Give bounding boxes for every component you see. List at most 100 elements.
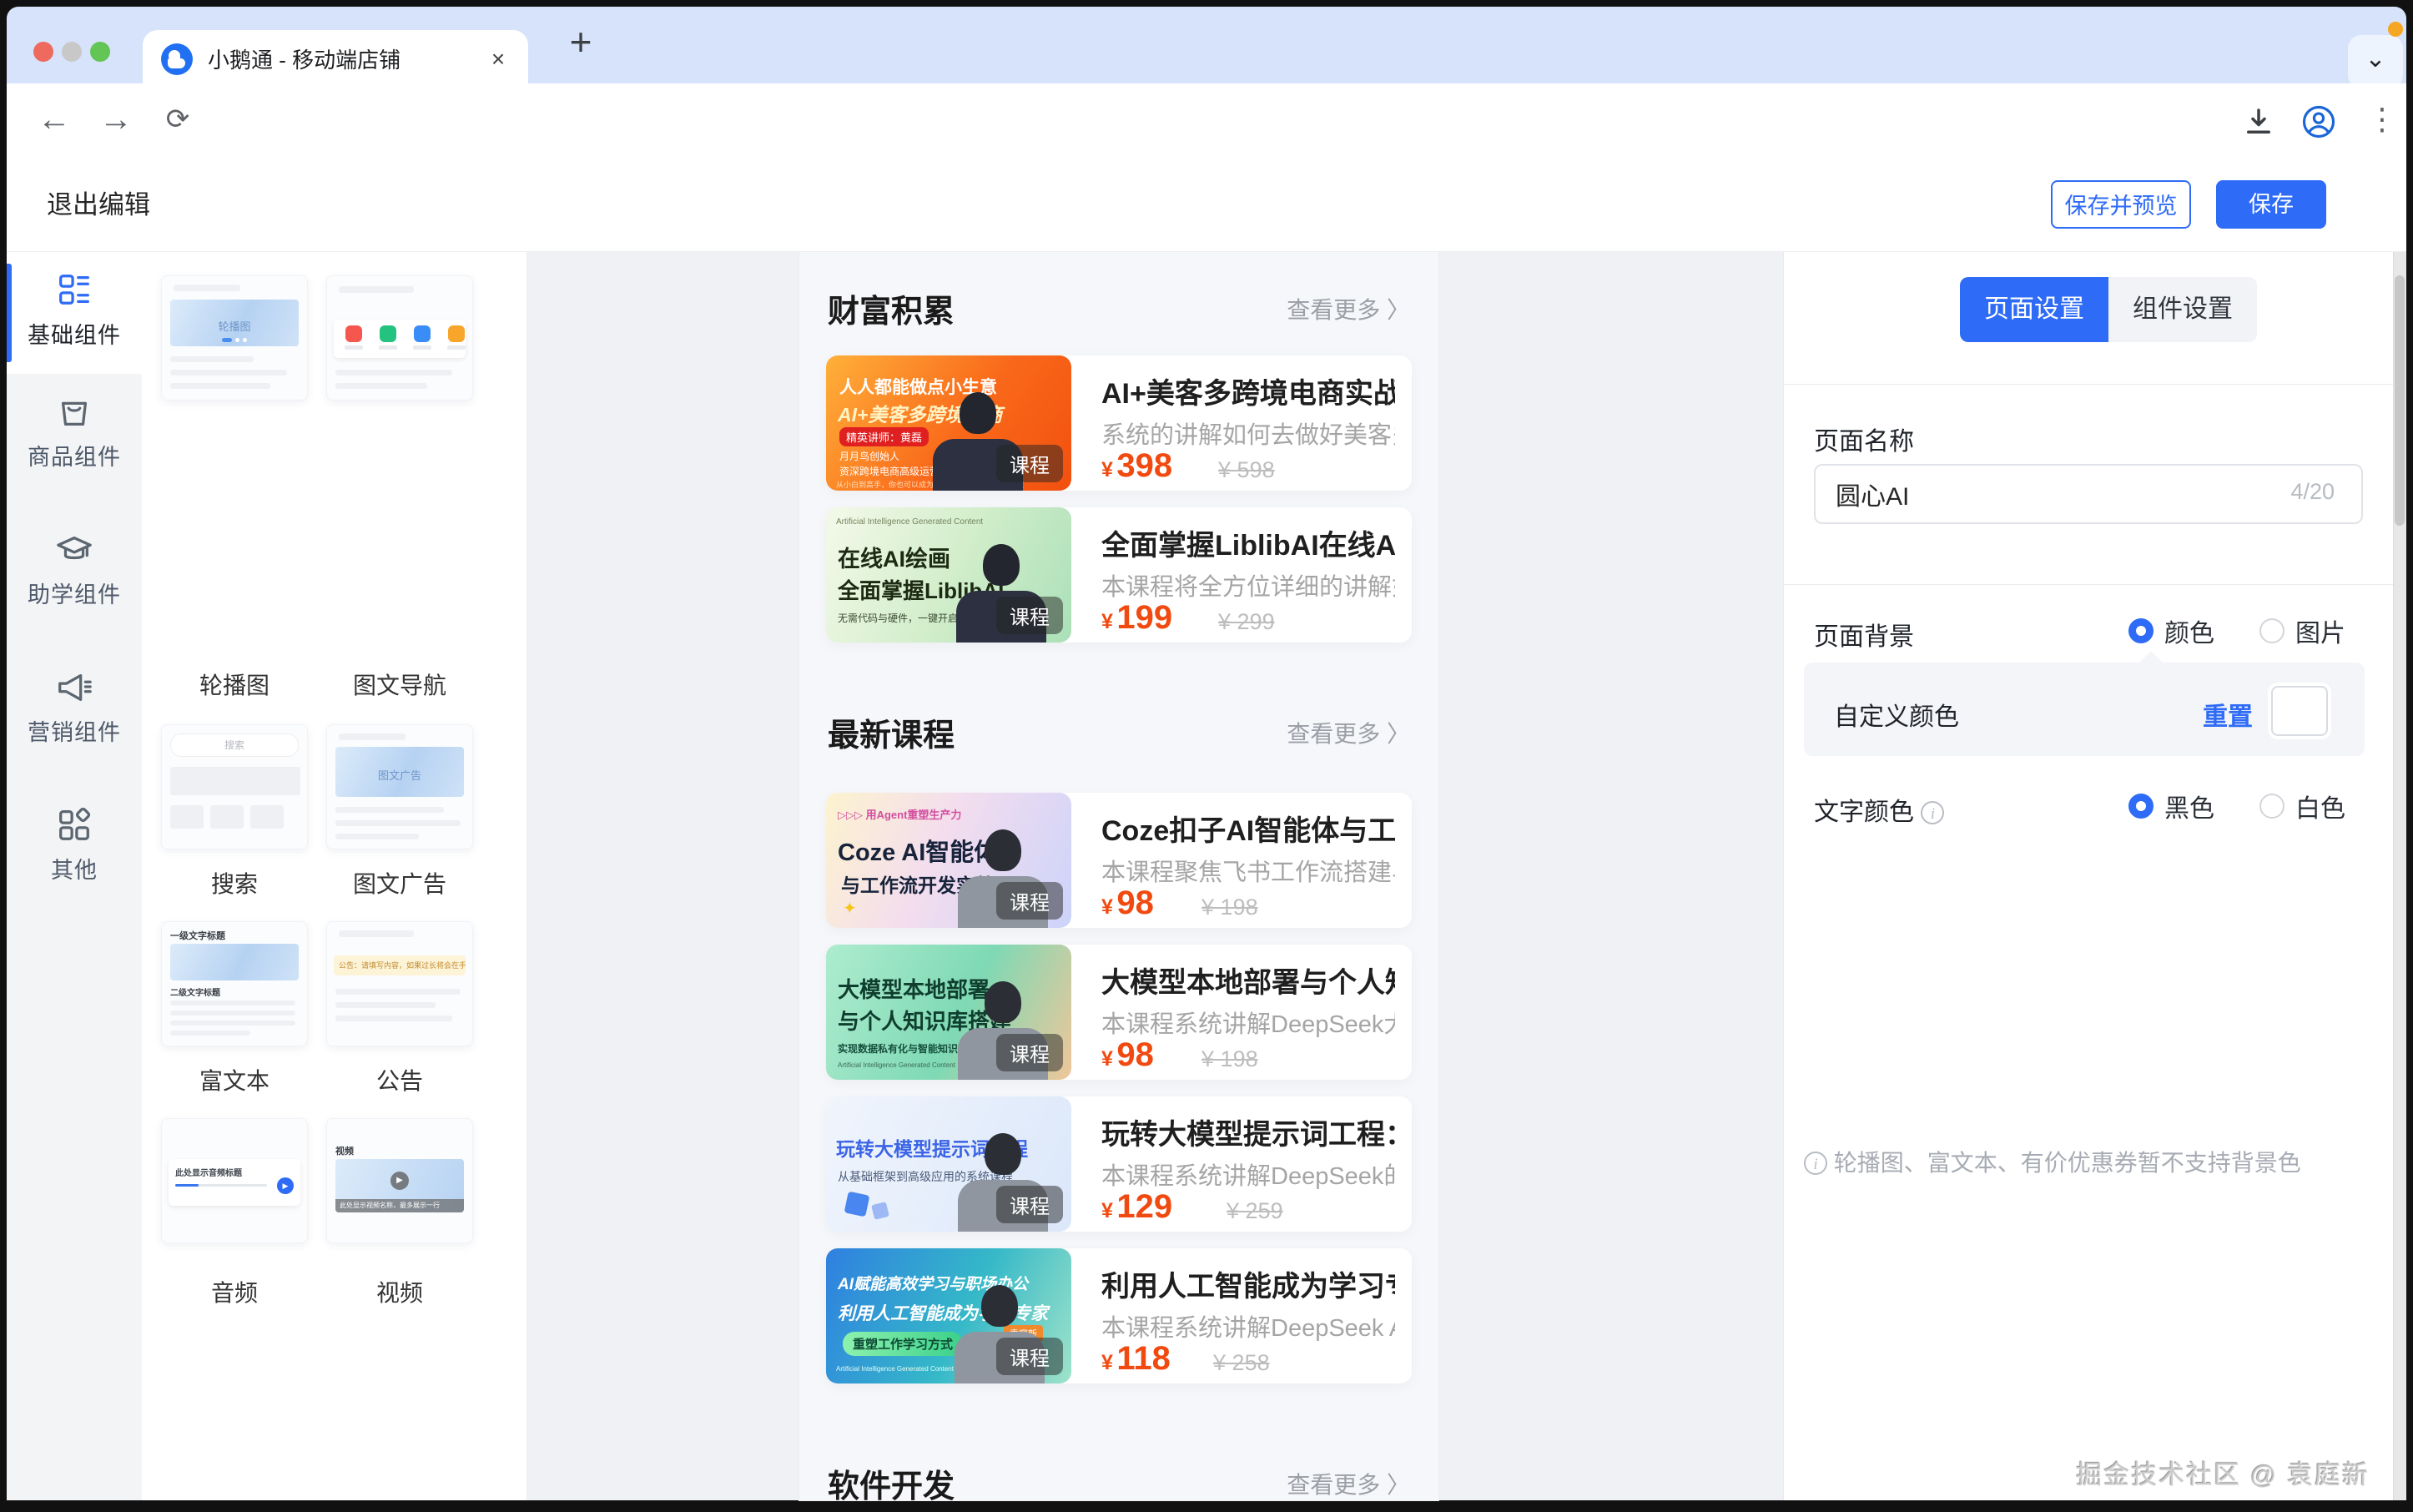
nav-icons	[334, 320, 466, 358]
char-counter: 4/20	[1784, 479, 2335, 505]
forward-icon[interactable]: →	[90, 83, 142, 159]
component-label: 公告	[326, 1063, 473, 1096]
profile-avatar[interactable]	[2301, 104, 2336, 144]
reset-link[interactable]: 重置	[2203, 696, 2253, 733]
download-icon[interactable]	[2241, 104, 2276, 144]
color-swatch[interactable]	[2271, 686, 2328, 736]
section-title: 财富积累	[828, 285, 955, 331]
sidebar-item-other[interactable]: 其他	[7, 805, 142, 885]
sidebar-item-marketing-components[interactable]: 营销组件	[7, 668, 142, 747]
course-card[interactable]: ▷▷▷ 用Agent重塑生产力 Coze AI智能体 与工作流开发实战 ✦ 课程…	[826, 793, 1412, 928]
component-image-text-ad[interactable]: 图文广告	[326, 724, 473, 849]
sidebar-item-product-components[interactable]: 商品组件	[7, 392, 142, 471]
radio-text-white[interactable]: 白色	[2259, 788, 2345, 824]
window-close-button[interactable]	[33, 42, 53, 62]
component-rich-text[interactable]: 一级文字标题 二级文字标题	[161, 921, 308, 1046]
back-icon[interactable]: ←	[28, 83, 80, 159]
component-video[interactable]: 视频 ▶ 此处显示视频名称，最多展示一行	[326, 1118, 473, 1243]
see-more-link[interactable]: 查看更多 〉	[1287, 716, 1410, 749]
course-original-price: ¥ 258	[1213, 1350, 1270, 1376]
save-button[interactable]: 保存	[2216, 180, 2326, 229]
tab-close-icon[interactable]: ×	[483, 45, 513, 75]
text-color-label: 文字颜色 i	[1814, 791, 1944, 828]
new-tab-button[interactable]: +	[557, 20, 604, 67]
page-name-label: 页面名称	[1814, 421, 1914, 457]
component-announcement[interactable]: 公告：请填写内容，如果过长将会在手机上滚动	[326, 921, 473, 1046]
custom-color-panel: 自定义颜色 重置	[1804, 663, 2365, 756]
component-category-sidebar: 基础组件 商品组件 助学组件 营销组件 其他	[7, 252, 142, 1500]
course-card[interactable]: 大模型本地部署 与个人知识库搭建 实现数据私有化与智能知识管理 Artifici…	[826, 945, 1412, 1080]
section-header: 最新课程 查看更多 〉	[828, 709, 1410, 756]
component-search[interactable]: 搜索	[161, 724, 308, 849]
course-title: 全面掌握LiblibAI在线AI绘画	[1101, 522, 1395, 563]
sidebar-item-label: 基础组件	[7, 317, 142, 350]
other-components-icon	[55, 805, 93, 844]
see-more-link[interactable]: 查看更多 〉	[1287, 292, 1410, 325]
play-icon: ▶	[390, 1172, 409, 1190]
component-label: 搜索	[161, 866, 308, 900]
reload-icon[interactable]: ⟳	[152, 83, 204, 159]
course-card[interactable]: AI赋能高效学习与职场办公 利用人工智能成为学习专家 重塑工作学习方式 Arti…	[826, 1248, 1412, 1383]
rich-text-h1: 一级文字标题	[170, 929, 225, 942]
radio-bg-image[interactable]: 图片	[2259, 612, 2345, 649]
window-minimize-button[interactable]	[62, 42, 82, 62]
radio-dot	[2128, 794, 2154, 819]
browser-menu-kebab-icon[interactable]: ⋮	[2356, 83, 2408, 159]
info-icon[interactable]: i	[1921, 801, 1944, 824]
course-card[interactable]: 玩转大模型提示词工程 从基础框架到高级应用的系统课程 课程 玩转大模型提示词工程…	[826, 1096, 1412, 1232]
component-image-text-nav[interactable]	[326, 275, 473, 401]
info-icon: i	[1804, 1152, 1827, 1175]
course-title: 大模型本地部署与个人知识...	[1101, 960, 1395, 1000]
sidebar-item-learning-components[interactable]: 助学组件	[7, 530, 142, 609]
tab-page-settings[interactable]: 页面设置	[1960, 277, 2108, 342]
window-zoom-button[interactable]	[90, 42, 110, 62]
site-favicon-icon	[161, 43, 193, 75]
tab-component-settings[interactable]: 组件设置	[2108, 277, 2257, 342]
radio-dot	[2259, 618, 2285, 643]
browser-tab[interactable]: 小鹅通 - 移动端店铺 ×	[143, 30, 528, 90]
course-original-price: ¥ 598	[1218, 457, 1275, 483]
component-carousel[interactable]: 轮播图	[161, 275, 308, 401]
course-price: ¥ 98	[1101, 1036, 1154, 1074]
course-thumbnail: Artificial Intelligence Generated Conten…	[826, 507, 1071, 643]
scrollbar-thumb[interactable]	[2395, 275, 2405, 526]
see-more-link[interactable]: 查看更多 〉	[1287, 1467, 1410, 1500]
course-thumbnail: 大模型本地部署 与个人知识库搭建 实现数据私有化与智能知识管理 Artifici…	[826, 945, 1071, 1080]
save-preview-button[interactable]: 保存并预览	[2051, 180, 2191, 229]
page-background-label: 页面背景	[1814, 616, 1914, 653]
basic-components-icon	[55, 270, 93, 309]
support-notice: i 轮播图、富文本、有价优惠券暂不支持背景色	[1804, 1145, 2301, 1178]
browser-toolbar: ← → ⟳ admin.xiaoe-tech.com/t/decoration/…	[7, 83, 2406, 159]
component-label: 视频	[326, 1275, 473, 1308]
course-card[interactable]: 人人都能做点小生意 AI+美客多跨境电商 精英讲师：黄磊 月月鸟创始人 资深跨境…	[826, 355, 1412, 491]
course-thumbnail: 玩转大模型提示词工程 从基础框架到高级应用的系统课程 课程	[826, 1096, 1071, 1232]
course-card[interactable]: Artificial Intelligence Generated Conten…	[826, 507, 1412, 643]
tab-search-chevron-icon[interactable]: ⌄	[2348, 35, 2403, 88]
radio-dot	[2259, 794, 2285, 819]
divider	[1784, 384, 2394, 385]
course-tag: 课程	[996, 445, 1063, 482]
radio-bg-color[interactable]: 颜色	[2128, 612, 2214, 649]
course-desc: 本课程系统讲解DeepSeek AI助...	[1101, 1308, 1395, 1343]
watermark: 掘金技术社区 @ 袁庭新	[2076, 1454, 2370, 1491]
mobile-page-preview[interactable]: 财富积累 查看更多 〉 人人都能做点小生意 AI+美客多跨境电商 精英讲师：黄磊…	[799, 252, 1438, 1500]
course-original-price: ¥ 299	[1218, 609, 1275, 635]
sidebar-item-label: 营销组件	[7, 714, 142, 747]
sidebar-item-basic-components[interactable]: 基础组件	[7, 252, 142, 374]
announcement-text: 公告：请填写内容，如果过长将会在手机上滚动	[334, 955, 466, 975]
course-price: ¥ 199	[1101, 599, 1172, 637]
design-canvas: 财富积累 查看更多 〉 人人都能做点小生意 AI+美客多跨境电商 精英讲师：黄磊…	[527, 252, 1783, 1500]
course-tag: 课程	[996, 1186, 1063, 1223]
active-indicator	[7, 264, 12, 362]
section-header: 财富积累 查看更多 〉	[828, 285, 1410, 332]
exit-edit-button[interactable]: 退出编辑	[47, 159, 150, 251]
component-audio[interactable]: 此处显示音频标题 ▶	[161, 1118, 308, 1243]
course-title: Coze扣子AI智能体与工作...	[1101, 808, 1395, 849]
radio-text-black[interactable]: 黑色	[2128, 788, 2214, 824]
video-caption: 此处显示视频名称，最多展示一行	[335, 1199, 464, 1212]
course-desc: 本课程系统讲解DeepSeek大模...	[1101, 1005, 1395, 1040]
graduation-cap-icon	[55, 530, 93, 568]
sidebar-item-label: 商品组件	[7, 439, 142, 471]
course-title: 玩转大模型提示词工程：从...	[1101, 1111, 1395, 1152]
course-original-price: ¥ 198	[1201, 895, 1258, 920]
